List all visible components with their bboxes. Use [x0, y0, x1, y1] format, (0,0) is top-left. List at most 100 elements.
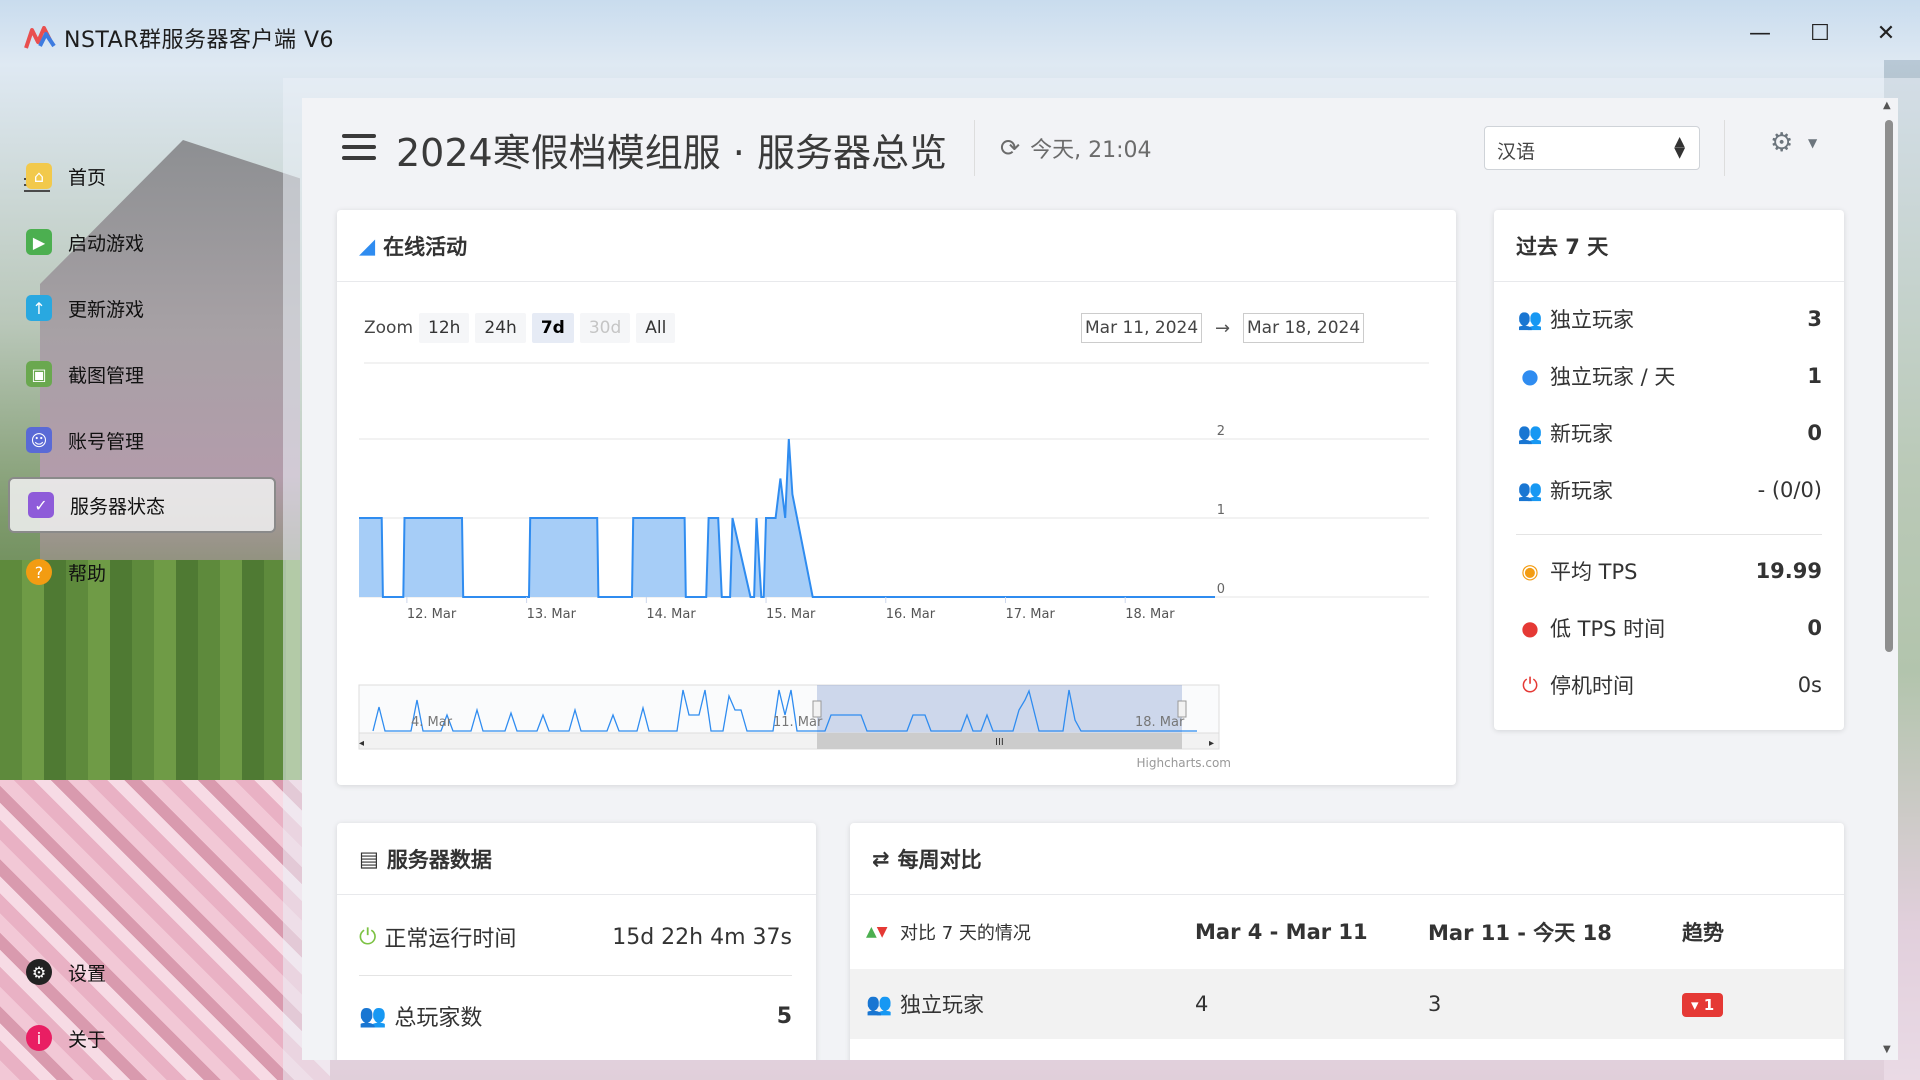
scroll-left-icon[interactable]: ◂	[359, 738, 364, 749]
data-row: 👥 总玩家数 5	[359, 1000, 792, 1032]
divider	[359, 975, 792, 976]
stat-label: 新玩家	[1550, 422, 1613, 446]
scroll-down-icon[interactable]: ▼	[1883, 1044, 1891, 1055]
online-activity-chart[interactable]: 0 1 2 12. Mar 13. Mar 14. Mar 15. Mar 16. Mar 1…	[337, 210, 1456, 785]
navigator-label: 18. Mar	[1135, 715, 1185, 730]
navigator-label: 4. Mar	[411, 715, 453, 730]
book-icon: ▤	[359, 846, 379, 871]
card-header: ⇄ 每周对比	[850, 823, 1844, 895]
header-divider	[1724, 120, 1725, 176]
cell-value: 3	[1428, 992, 1442, 1016]
stat-row: ● 独立玩家 / 天 1	[1516, 361, 1822, 391]
user-icon: ●	[1521, 364, 1539, 388]
y-tick-label: 0	[1217, 582, 1225, 597]
server-data-card: ▤ 服务器数据 ⏻ 正常运行时间 15d 22h 4m 37s 👥 总玩家数 5	[337, 823, 816, 1060]
sidebar-item-label: 启动游戏	[68, 232, 145, 255]
sidebar-item-label: 关于	[68, 1028, 107, 1051]
weekly-comparison-card: ⇄ 每周对比 ▲▼ 对比 7 天的情况 Mar 4 - Mar 11 Mar 1…	[850, 823, 1844, 1060]
image-icon: ▣	[26, 361, 52, 387]
online-activity-card: ◢ 在线活动 Zoom 12h 24h 7d 30d All Mar 11, 2…	[337, 210, 1456, 785]
language-select[interactable]: 汉语 ▲ ▼	[1484, 126, 1700, 170]
scroll-right-icon[interactable]: ▸	[1209, 738, 1214, 749]
users-icon: 👥	[866, 991, 893, 1016]
sidebar-item-help[interactable]: ? 帮助	[8, 544, 276, 600]
sidebar-item-update[interactable]: ↑ 更新游戏	[8, 280, 276, 336]
close-button[interactable]: ✕	[1862, 14, 1910, 54]
column-header: Mar 11 - 今天 18	[1428, 921, 1612, 945]
account-icon: ☺	[26, 427, 52, 453]
exchange-icon: ⇄	[872, 846, 890, 871]
trend-value: 1	[1703, 996, 1715, 1014]
page-menu-icon[interactable]	[342, 134, 376, 162]
sidebar-item-home[interactable]: ⌂ 首页	[8, 148, 276, 204]
sidebar-item-label: 帮助	[68, 562, 107, 585]
help-icon: ?	[26, 559, 52, 585]
scrollbar-grip-icon[interactable]: III	[995, 737, 1004, 748]
sidebar-item-accounts[interactable]: ☺ 账号管理	[8, 412, 276, 468]
stat-value: 1	[1807, 364, 1822, 388]
scrollbar-thumb[interactable]	[1885, 120, 1893, 652]
data-value: 5	[776, 1003, 792, 1029]
users-icon: 👥	[1517, 307, 1543, 331]
stat-label: 平均 TPS	[1550, 560, 1638, 584]
stat-value: 0	[1807, 421, 1822, 445]
stat-label: 停机时间	[1550, 674, 1634, 698]
stat-value: 0s	[1797, 673, 1822, 697]
language-value: 汉语	[1497, 141, 1536, 163]
chevron-down-icon[interactable]: ▼	[1808, 136, 1817, 150]
data-label: 总玩家数	[394, 1006, 483, 1031]
minimize-button[interactable]: —	[1736, 14, 1784, 54]
stat-row: 👥 新玩家 - (0/0)	[1516, 475, 1822, 505]
shield-check-icon: ✓	[28, 492, 54, 518]
select-arrows-icon: ▲ ▼	[1674, 134, 1685, 161]
highcharts-credit[interactable]: Highcharts.com	[1137, 756, 1231, 770]
stat-value: 0	[1807, 616, 1822, 640]
users-green-icon: 👥	[1517, 421, 1543, 445]
stat-label: 低 TPS 时间	[1550, 617, 1666, 641]
refresh-time: 今天, 21:04	[1030, 138, 1152, 163]
navigator[interactable]: 4. Mar 11. Mar 18. Mar ◂ ▸ III	[358, 684, 1220, 750]
stat-label: 独立玩家	[1550, 308, 1634, 332]
x-tick-label: 16. Mar	[886, 607, 936, 622]
table-header-row: ▲▼ 对比 7 天的情况 Mar 4 - Mar 11 Mar 11 - 今天 …	[850, 897, 1844, 967]
settings-gear-icon[interactable]: ⚙	[1770, 128, 1793, 158]
stat-value: 19.99	[1755, 559, 1822, 583]
power-icon: ⏻	[1522, 673, 1538, 697]
y-tick-label: 2	[1217, 424, 1225, 439]
table-row: 👥 独立玩家 4 3 ▾ 1	[850, 969, 1844, 1039]
window-titlebar[interactable]: NSTAR群服务器客户端 V6 — ☐ ✕	[0, 0, 1920, 78]
data-value: 15d 22h 4m 37s	[612, 924, 792, 950]
divider	[1516, 534, 1822, 535]
stat-label: 新玩家	[1550, 479, 1613, 503]
power-icon: ⏻	[359, 924, 377, 950]
header-divider	[974, 120, 975, 176]
card-header: ▤ 服务器数据	[337, 823, 816, 895]
page-scrollbar[interactable]: ▲ ▼	[1878, 98, 1898, 1060]
navigator-right-handle[interactable]	[1177, 700, 1187, 718]
sidebar-item-label: 设置	[68, 962, 107, 985]
sidebar-item-about[interactable]: i 关于	[8, 1010, 276, 1066]
sidebar-item-launch[interactable]: ▶ 启动游戏	[8, 214, 276, 270]
stat-row: ● 低 TPS 时间 0	[1516, 613, 1822, 643]
page-title: 2024寒假档模组服 · 服务器总览	[396, 131, 947, 175]
scroll-up-icon[interactable]: ▲	[1883, 100, 1891, 111]
sidebar-item-label: 服务器状态	[70, 495, 166, 518]
sidebar-item-screenshots[interactable]: ▣ 截图管理	[8, 346, 276, 402]
x-tick-label: 13. Mar	[527, 607, 577, 622]
refresh-icon[interactable]: ⟳	[1000, 134, 1020, 162]
data-row: ⏻ 正常运行时间 15d 22h 4m 37s	[359, 921, 792, 953]
navigator-left-handle[interactable]	[812, 700, 822, 718]
column-header: 趋势	[1682, 921, 1724, 945]
stat-row: ◉ 平均 TPS 19.99	[1516, 556, 1822, 586]
maximize-button[interactable]: ☐	[1796, 14, 1844, 54]
trend-arrows-icon: ▲▼	[866, 924, 888, 940]
server-overview-page: 2024寒假档模组服 · 服务器总览 ⟳ 今天, 21:04 汉语 ▲ ▼ ⚙ ▼…	[302, 98, 1898, 1060]
navigator-selection[interactable]	[817, 685, 1182, 733]
x-tick-label: 17. Mar	[1005, 607, 1055, 622]
sidebar-item-settings[interactable]: ⚙ 设置	[8, 944, 276, 1000]
info-icon: i	[26, 1025, 52, 1051]
sidebar-item-server-status[interactable]: ✓ 服务器状态	[8, 477, 276, 533]
cell-value: 4	[1195, 992, 1209, 1016]
home-icon: ⌂	[26, 163, 52, 189]
refresh-status[interactable]: ⟳ 今天, 21:04	[1000, 132, 1152, 164]
